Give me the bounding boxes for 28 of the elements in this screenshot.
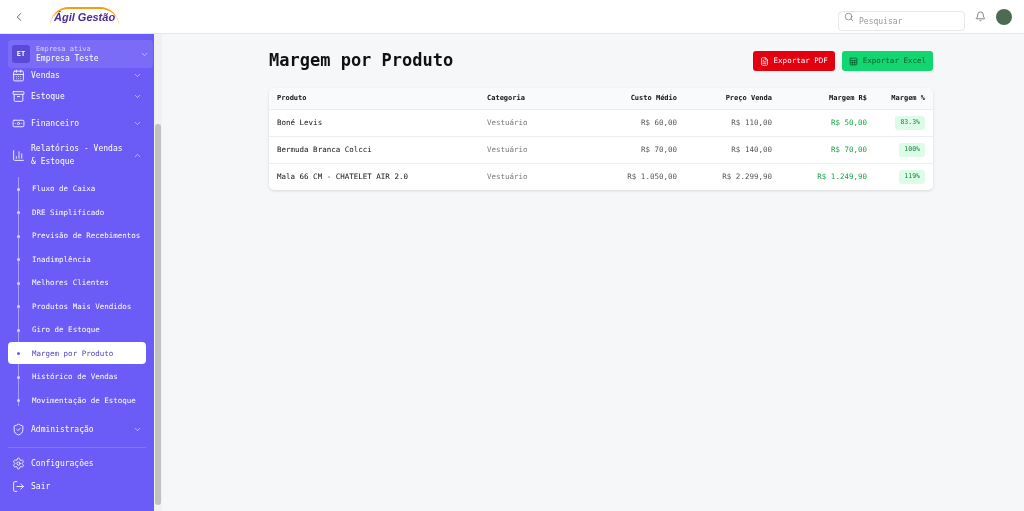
settings-icon	[12, 457, 25, 470]
file-icon	[759, 56, 769, 66]
page-title: Margem por Produto	[269, 49, 454, 73]
avatar[interactable]	[996, 8, 1012, 25]
archive-box-icon	[12, 90, 25, 103]
chevron-down-icon	[133, 92, 142, 101]
bar-chart-icon	[12, 148, 25, 162]
logo: Ágil Gestão	[50, 7, 120, 26]
sidebar-link[interactable]: Configurações	[0, 452, 154, 475]
search-field[interactable]: Pesquisar	[838, 11, 965, 31]
chevron-down-icon	[133, 71, 142, 80]
shield-icon	[12, 423, 25, 436]
logout-icon	[12, 480, 25, 493]
sidebar-link[interactable]: Sair	[0, 475, 154, 498]
sidebar-group[interactable]: Vendas	[0, 68, 154, 83]
calendar-icon	[12, 69, 25, 82]
sidebar-group[interactable]: Financeiro	[0, 110, 154, 137]
search-icon	[844, 11, 854, 22]
chevron-down-icon	[133, 119, 142, 128]
banknote-icon	[12, 117, 25, 130]
sidebar-group[interactable]: Estoque	[0, 83, 154, 110]
spreadsheet-icon	[848, 56, 858, 66]
sidebar-group[interactable]: Administração	[0, 416, 154, 443]
scrollbar[interactable]	[154, 34, 162, 511]
chevron-down-icon	[133, 425, 142, 434]
company-name: Empresa Teste	[36, 54, 100, 64]
sidebar-group[interactable]: Relatórios - Vendas & Estoque	[0, 137, 154, 173]
notification-icon[interactable]	[975, 11, 986, 22]
